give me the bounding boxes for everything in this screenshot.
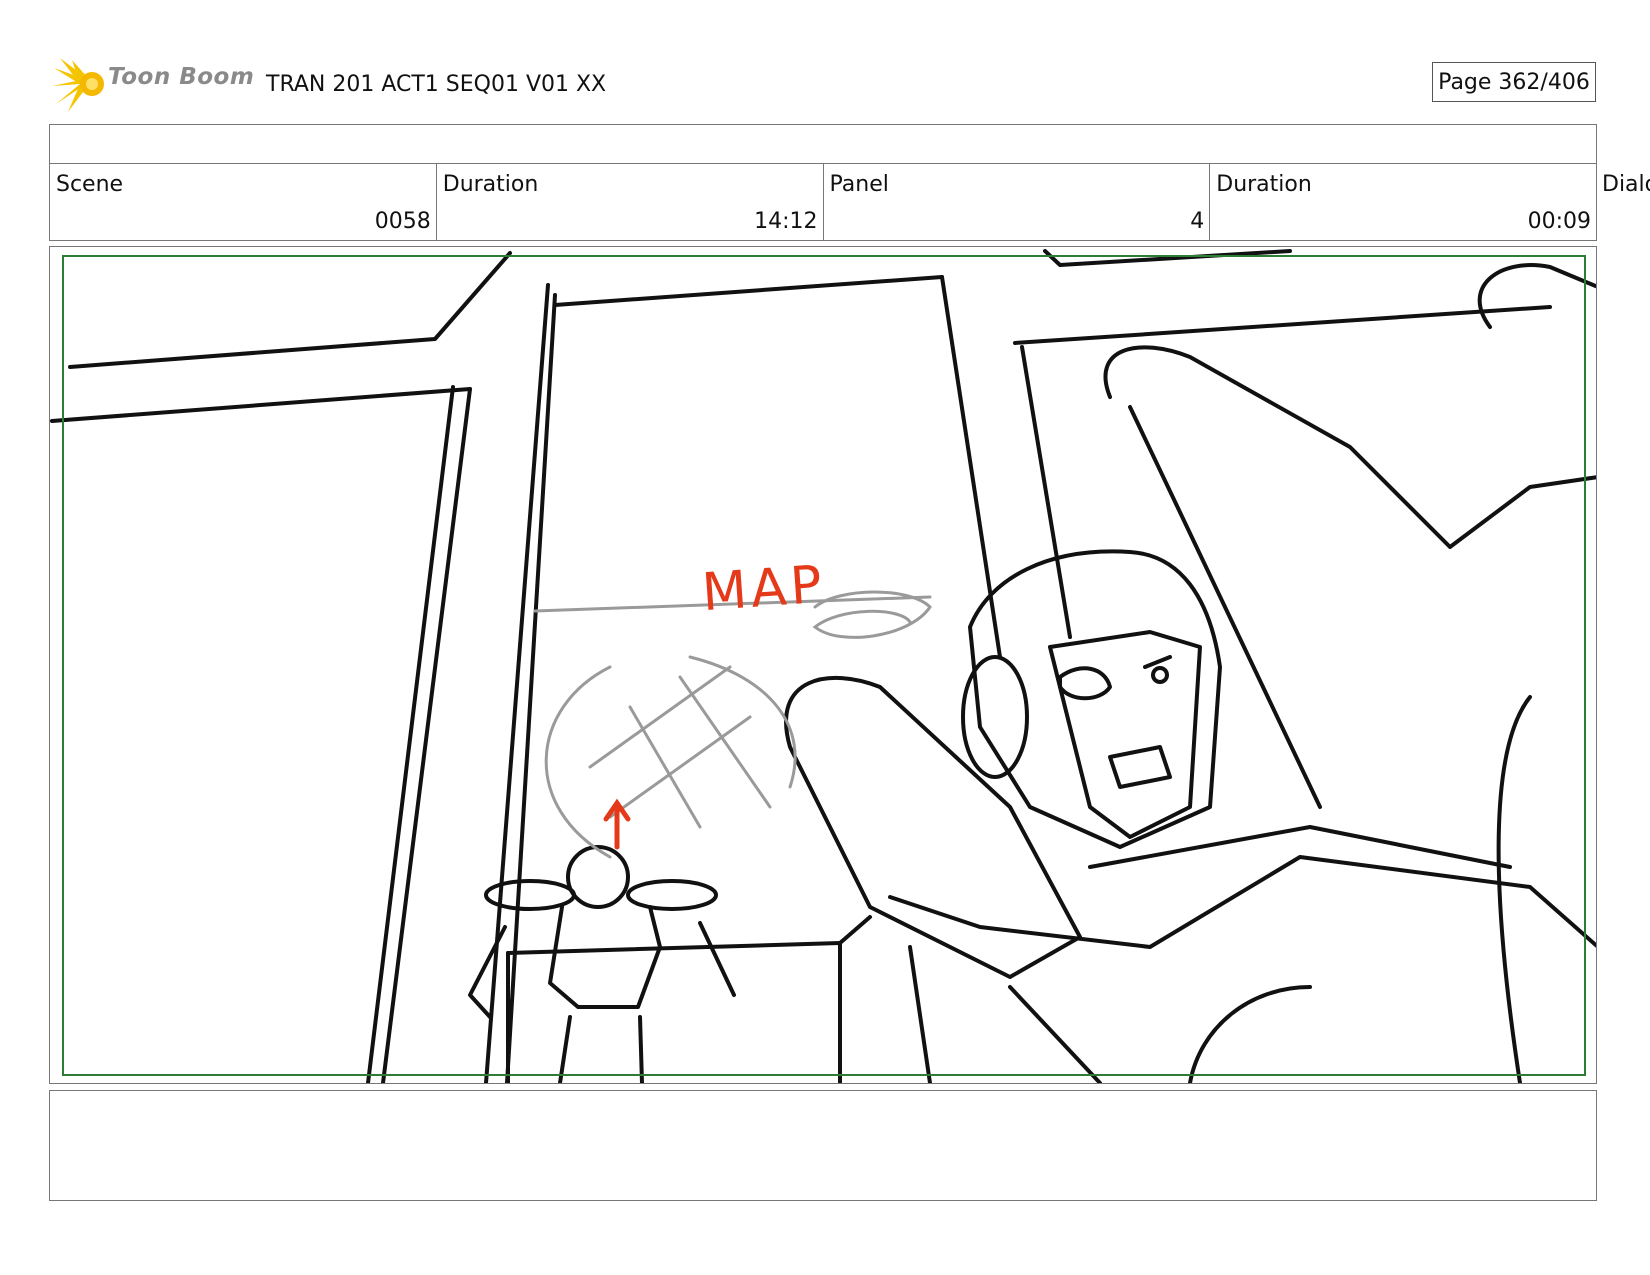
wall-line bbox=[366, 385, 455, 1083]
scene-duration-cell: Duration 14:12 bbox=[437, 164, 824, 240]
small-figure-body bbox=[548, 905, 662, 1009]
dialog-label: Dialo bbox=[1602, 172, 1650, 197]
scene-duration-label: Duration bbox=[442, 172, 539, 197]
map-hologram-arc bbox=[544, 665, 612, 859]
logo-text: Toon Boom bbox=[108, 64, 255, 90]
storyboard-panel: MAP bbox=[49, 246, 1597, 1084]
panel-label: Panel bbox=[829, 172, 889, 197]
console-line bbox=[838, 915, 872, 945]
panel-duration-cell: Duration 00:09 bbox=[1210, 164, 1596, 240]
robot-arm bbox=[888, 855, 1596, 949]
wall-line bbox=[381, 387, 472, 1083]
map-annotation: MAP bbox=[700, 554, 828, 624]
doorway-line bbox=[484, 283, 550, 1083]
scene-duration-value: 14:12 bbox=[754, 209, 818, 234]
robot-raised-arm bbox=[1103, 345, 1596, 549]
panel-info-row: Scene 0058 Duration 14:12 Panel 4 Durati… bbox=[49, 163, 1597, 241]
notes-box bbox=[49, 1090, 1597, 1201]
header-strip bbox=[49, 124, 1597, 164]
robot-face bbox=[1048, 630, 1202, 839]
starburst-icon bbox=[52, 58, 104, 112]
robot-body bbox=[1008, 985, 1102, 1083]
robot-eye bbox=[1058, 666, 1112, 701]
small-figure-leg bbox=[638, 1015, 644, 1083]
robot-eye bbox=[1143, 655, 1172, 669]
panel-sketch bbox=[50, 249, 1596, 1083]
scene-label: Scene bbox=[56, 172, 124, 197]
robot-eye bbox=[1151, 666, 1169, 684]
doorway-line bbox=[940, 275, 1002, 659]
map-grid-line bbox=[608, 715, 752, 819]
wall-line bbox=[68, 251, 512, 369]
map-grid-line bbox=[678, 675, 772, 809]
doorway-line bbox=[553, 275, 944, 307]
window-line bbox=[1013, 305, 1552, 345]
small-figure-leg bbox=[558, 1015, 572, 1083]
small-figure-head bbox=[566, 845, 630, 909]
page-indicator: Page 362/406 bbox=[1432, 62, 1596, 102]
doorway-line bbox=[505, 293, 557, 1083]
window-line bbox=[1020, 345, 1072, 639]
robot-ear bbox=[961, 655, 1029, 779]
scene-value: 0058 bbox=[374, 209, 431, 234]
wall-line bbox=[50, 387, 472, 423]
robot-body bbox=[908, 945, 932, 1083]
robot-lower-detail bbox=[1188, 985, 1312, 1083]
robot-hand bbox=[1477, 263, 1596, 329]
panel-value: 4 bbox=[1190, 209, 1205, 234]
map-grid-line bbox=[628, 705, 702, 829]
panel-duration-label: Duration bbox=[1216, 172, 1312, 197]
panel-duration-value: 00:09 bbox=[1527, 209, 1591, 234]
robot-mouth bbox=[1108, 745, 1172, 789]
robot-hand bbox=[1496, 695, 1532, 1083]
small-figure-arm bbox=[698, 921, 736, 997]
small-figure-shoulder bbox=[626, 879, 718, 911]
toon-boom-logo: Toon Boom bbox=[52, 56, 255, 112]
panel-cell: Panel 4 bbox=[824, 164, 1211, 240]
project-title: TRAN 201 ACT1 SEQ01 V01 XX bbox=[266, 72, 607, 97]
console-line bbox=[506, 941, 842, 1083]
small-figure-arm bbox=[468, 925, 507, 1019]
scene-cell: Scene 0058 bbox=[50, 164, 437, 240]
window-line bbox=[1043, 249, 1292, 267]
